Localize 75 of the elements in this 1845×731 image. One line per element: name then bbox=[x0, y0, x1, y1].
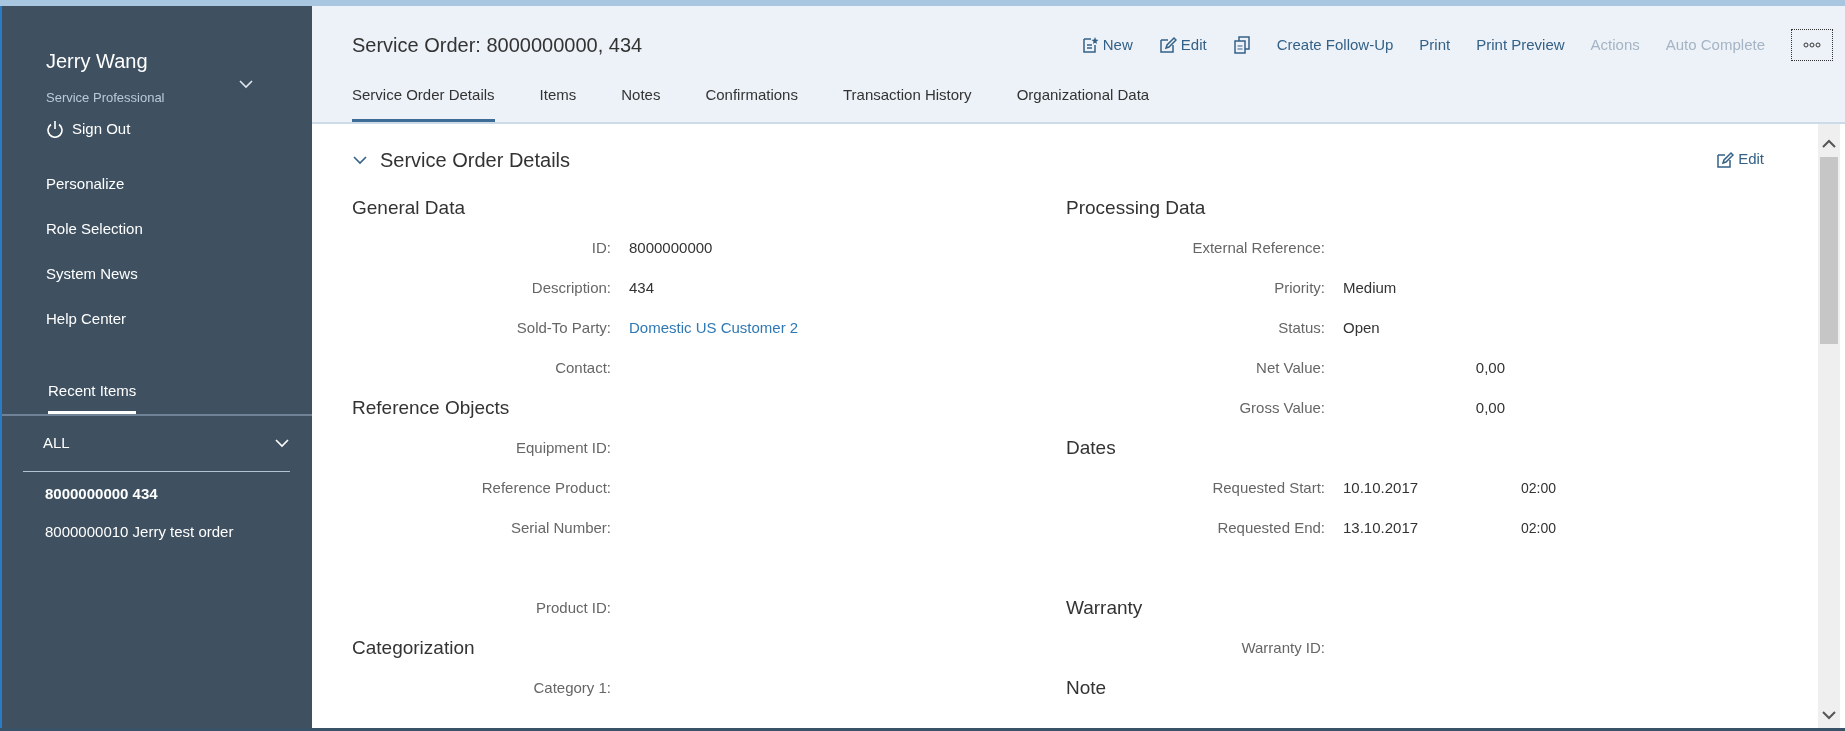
field-label: Category 1: bbox=[532, 678, 611, 699]
tab[interactable]: Service Order Details bbox=[352, 84, 495, 122]
field-label: Reference Product: bbox=[480, 478, 611, 499]
group-heading: Categorization bbox=[352, 636, 475, 661]
edit-icon bbox=[1158, 36, 1177, 54]
user-name: Jerry Wang bbox=[45, 49, 149, 74]
field-value: 02:00 bbox=[1521, 479, 1557, 498]
field-label: Equipment ID: bbox=[514, 438, 611, 459]
field-label: Requested Start: bbox=[1211, 478, 1325, 499]
sign-out-button[interactable]: Sign Out bbox=[46, 117, 312, 140]
tab[interactable]: Notes bbox=[621, 84, 661, 122]
value-link[interactable]: Domestic US Customer 2 bbox=[629, 317, 799, 340]
edit-button[interactable]: Edit bbox=[1158, 33, 1207, 57]
field-label: Warranty ID: bbox=[1240, 638, 1325, 659]
power-icon bbox=[46, 119, 64, 138]
group-heading: Processing Data bbox=[1066, 196, 1206, 221]
edit-icon bbox=[1716, 150, 1735, 169]
user-role: Service Professional bbox=[46, 89, 165, 107]
tab[interactable]: Transaction History bbox=[842, 84, 972, 122]
field-label: Requested End: bbox=[1216, 518, 1325, 539]
field-label: Contact: bbox=[554, 358, 611, 379]
chevron-down-icon[interactable] bbox=[352, 153, 368, 166]
field-label: External Reference: bbox=[1191, 238, 1325, 259]
menu-item[interactable]: System News bbox=[46, 252, 312, 297]
filter-dropdown[interactable]: ALL bbox=[23, 415, 290, 472]
chevron-down-icon[interactable] bbox=[238, 77, 254, 90]
field-label: ID: bbox=[590, 238, 611, 259]
tab[interactable]: Confirmations bbox=[705, 84, 798, 122]
scrollbar[interactable] bbox=[1818, 123, 1840, 728]
field-value: 10.10.2017 bbox=[1343, 478, 1420, 499]
tab[interactable]: Organizational Data bbox=[1016, 84, 1150, 122]
document-icon bbox=[1080, 36, 1099, 54]
scroll-thumb[interactable] bbox=[1820, 156, 1838, 344]
scroll-up-icon[interactable] bbox=[1822, 138, 1836, 149]
toolbar-button[interactable]: Print bbox=[1419, 33, 1451, 57]
more-icon bbox=[1803, 42, 1821, 48]
new-button[interactable]: New bbox=[1080, 33, 1133, 57]
field-label: Status: bbox=[1277, 318, 1325, 339]
field-value: 13.10.2017 bbox=[1343, 518, 1420, 539]
edit-button[interactable]: Edit bbox=[1716, 148, 1764, 171]
more-button[interactable] bbox=[1791, 29, 1833, 61]
group-heading: Dates bbox=[1066, 436, 1116, 461]
field-value: 02:00 bbox=[1521, 519, 1557, 538]
copy-button[interactable] bbox=[1232, 36, 1251, 54]
field-value: 0,00 bbox=[1474, 398, 1505, 419]
scroll-down-icon[interactable] bbox=[1822, 710, 1836, 720]
field-value: 8000000000 bbox=[629, 238, 713, 259]
group-heading: Note bbox=[1066, 676, 1107, 701]
toolbar-button[interactable]: Print Preview bbox=[1476, 33, 1565, 57]
field-label: Sold-To Party: bbox=[515, 318, 611, 339]
menu-item[interactable]: Help Center bbox=[46, 297, 312, 342]
group-heading: General Data bbox=[352, 196, 465, 221]
field-label: Serial Number: bbox=[509, 518, 611, 539]
tab[interactable]: Items bbox=[539, 84, 577, 122]
field-value: 434 bbox=[629, 278, 655, 299]
field-label: Description: bbox=[530, 278, 611, 299]
copy-icon bbox=[1232, 36, 1251, 54]
field-value: 0,00 bbox=[1474, 358, 1505, 379]
recent-item[interactable]: 8000000000 434 bbox=[45, 475, 312, 514]
page-title: Service Order: 8000000000, 434 bbox=[352, 33, 644, 58]
field-label: Priority: bbox=[1273, 278, 1325, 299]
field-label: Product ID: bbox=[534, 598, 611, 619]
recent-item[interactable]: 8000000010 Jerry test order bbox=[45, 513, 312, 552]
field-label: Gross Value: bbox=[1238, 398, 1325, 419]
toolbar-button[interactable]: Create Follow-Up bbox=[1276, 33, 1394, 57]
menu-item[interactable]: Role Selection bbox=[46, 207, 312, 252]
group-heading: Warranty bbox=[1066, 596, 1143, 621]
recent-items-tab[interactable]: Recent Items bbox=[48, 380, 137, 414]
menu-item[interactable]: Personalize bbox=[46, 162, 312, 207]
section-title: Service Order Details bbox=[380, 147, 572, 173]
field-value: Open bbox=[1343, 318, 1380, 339]
group-heading: Reference Objects bbox=[352, 396, 510, 421]
field-value: Medium bbox=[1343, 278, 1397, 299]
chevron-down-icon bbox=[274, 437, 290, 449]
field-label: Net Value: bbox=[1255, 358, 1325, 379]
